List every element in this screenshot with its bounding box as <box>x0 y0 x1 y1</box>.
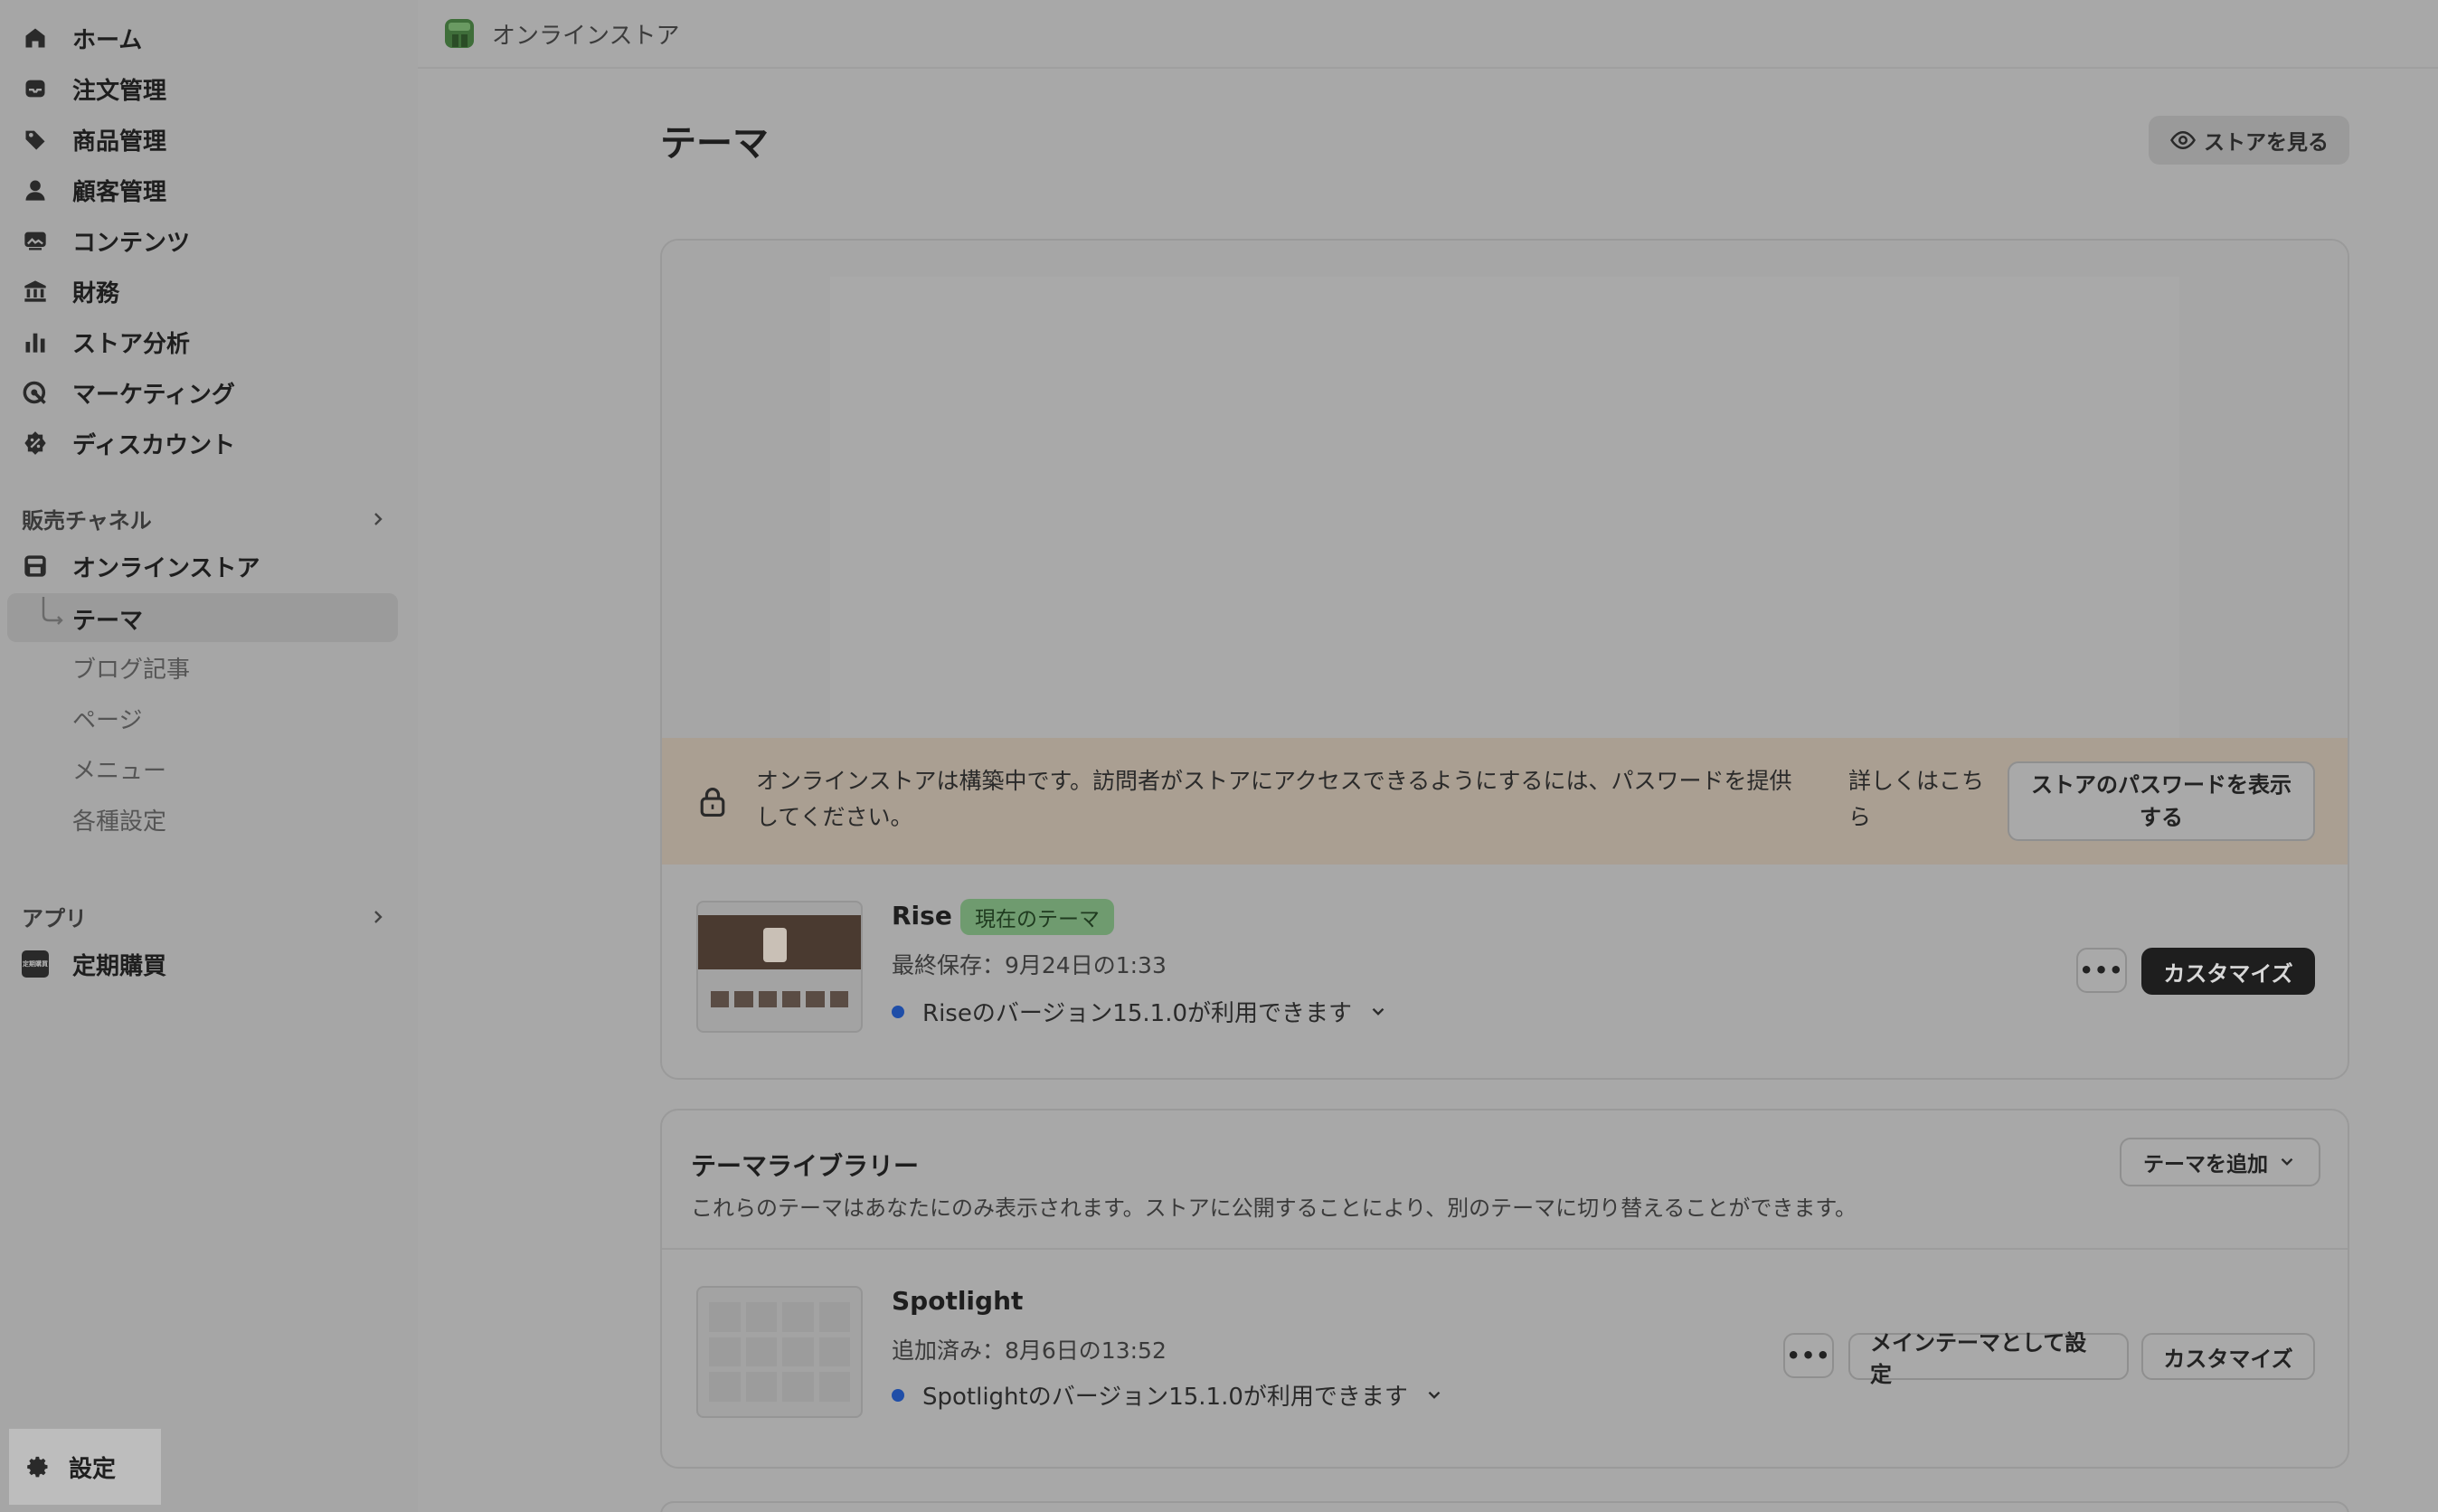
nav-item-content[interactable]: コンテンツ <box>22 219 190 262</box>
status-dot <box>892 1005 904 1018</box>
nav-item-online-store[interactable]: オンラインストア <box>22 544 260 588</box>
nav-item-label: ストア分析 <box>72 330 191 358</box>
nav-item-label: コンテンツ <box>72 229 191 257</box>
nav-item-label: 定期購買 <box>72 952 167 980</box>
next-card <box>660 1501 2349 1512</box>
nav-item-label: 注文管理 <box>72 77 167 105</box>
sidebar-item-preferences[interactable]: 各種設定 <box>72 803 166 836</box>
sales-channels-label: 販売チャネル <box>22 508 152 534</box>
discount-icon <box>22 430 49 457</box>
chevron-down-icon <box>1428 1391 1441 1399</box>
add-theme-button[interactable]: テーマを追加 <box>2120 1138 2320 1186</box>
nav-item-label: ディスカウント <box>72 431 236 459</box>
subscription-app-icon: 定期購買 <box>22 950 49 978</box>
sidebar: ホーム 注文管理 商品管理 顧客管理 コンテンツ 財務 ストア分析 マーケティン… <box>0 0 418 1512</box>
nav-item-home[interactable]: ホーム <box>22 16 142 60</box>
theme-library-title: テーマライブラリー <box>691 1151 920 1181</box>
more-actions-button[interactable]: ••• <box>2076 948 2127 993</box>
customize-button[interactable]: カスタマイズ <box>2141 948 2315 995</box>
theme-library-description: これらのテーマはあなたにのみ表示されます。ストアに公開することにより、別のテーマ… <box>691 1195 1857 1221</box>
nav-item-orders[interactable]: 注文管理 <box>22 67 166 110</box>
show-password-button[interactable]: ストアのパスワードを表示する <box>2008 761 2315 841</box>
sidebar-item-themes[interactable]: テーマ <box>7 593 398 642</box>
version-text: Riseのバージョン15.1.0が利用できます <box>922 1000 1353 1027</box>
add-theme-label: テーマを追加 <box>2143 1153 2268 1177</box>
nav-item-subscriptions[interactable]: 定期購買 定期購買 <box>22 942 166 986</box>
version-available[interactable]: Riseのバージョン15.1.0が利用できます <box>892 995 1388 1028</box>
theme-preview-frame <box>830 277 2179 738</box>
tag-icon <box>22 126 49 153</box>
online-store-logo-icon <box>445 19 474 48</box>
image-icon <box>22 227 49 254</box>
added-date-text: 追加済み：8月6日の13:52 <box>892 1337 1167 1364</box>
theme-library-card: テーマライブラリー これらのテーマはあなたにのみ表示されます。ストアに公開するこ… <box>660 1109 2349 1469</box>
current-theme-card: オンラインストアは構築中です。訪問者がストアにアクセスできるようにするには、パス… <box>660 239 2349 1080</box>
view-store-button[interactable]: ストアを見る <box>2149 116 2349 165</box>
learn-more-link[interactable]: 詳しくはこちら <box>1848 763 2002 836</box>
person-icon <box>22 176 49 203</box>
chevron-right-icon[interactable] <box>369 908 387 926</box>
topbar: オンラインストア <box>418 0 2438 69</box>
nav-item-customers[interactable]: 顧客管理 <box>22 168 166 212</box>
current-theme-name: Rise <box>892 901 952 931</box>
password-banner: オンラインストアは構築中です。訪問者がストアにアクセスできるようにするには、パス… <box>662 738 2348 865</box>
nav-item-products[interactable]: 商品管理 <box>22 118 166 161</box>
breadcrumb-title[interactable]: オンラインストア <box>492 17 679 51</box>
chevron-right-icon[interactable] <box>369 510 387 528</box>
customize-button[interactable]: カスタマイズ <box>2141 1333 2315 1380</box>
nav-item-label: 商品管理 <box>72 128 167 156</box>
view-store-label: ストアを見る <box>2204 131 2329 155</box>
chevron-down-icon <box>2281 1158 2293 1166</box>
version-available[interactable]: Spotlightのバージョン15.1.0が利用できます <box>892 1378 1444 1412</box>
inbox-icon <box>22 75 49 102</box>
home-icon <box>22 24 49 52</box>
publish-button[interactable]: メインテーマとして設定 <box>1848 1330 2129 1387</box>
eye-icon <box>2170 130 2196 150</box>
banner-message: オンラインストアは構築中です。訪問者がストアにアクセスできるようにするには、パス… <box>756 768 1792 830</box>
apps-label: アプリ <box>22 906 87 931</box>
settings-label: 設定 <box>69 1455 117 1483</box>
tree-branch-icon <box>42 597 63 625</box>
lock-icon <box>700 788 725 817</box>
nav-item-label: 顧客管理 <box>72 178 167 206</box>
sidebar-item-menus[interactable]: メニュー <box>72 752 166 786</box>
version-text: Spotlightのバージョン15.1.0が利用できます <box>922 1384 1408 1411</box>
nav-item-discounts[interactable]: ディスカウント <box>22 421 235 465</box>
bank-icon <box>22 278 49 305</box>
library-theme-row: Spotlight 追加済み：8月6日の13:52 Spotlightのバージョ… <box>662 1250 2348 1458</box>
target-icon <box>22 379 49 406</box>
bar-chart-icon <box>22 328 49 355</box>
nav-item-marketing[interactable]: マーケティング <box>22 371 235 414</box>
nav-item-label: ホーム <box>72 26 143 54</box>
more-actions-button[interactable]: ••• <box>1783 1333 1834 1378</box>
spotlight-theme-thumbnail[interactable] <box>696 1286 863 1418</box>
rise-theme-thumbnail[interactable] <box>696 901 863 1033</box>
library-theme-name: Spotlight <box>892 1286 1024 1316</box>
sidebar-item-blog[interactable]: ブログ記事 <box>72 651 190 685</box>
sidebar-item-pages[interactable]: ページ <box>72 702 142 735</box>
settings-button[interactable]: 設定 <box>9 1429 161 1505</box>
chevron-down-icon <box>1372 1007 1384 1016</box>
current-theme-row: Rise 現在のテーマ 最終保存：9月24日の1:33 Riseのバージョン15… <box>662 865 2348 1073</box>
status-dot <box>892 1388 904 1402</box>
nav-item-analytics[interactable]: ストア分析 <box>22 320 190 364</box>
last-saved-text: 最終保存：9月24日の1:33 <box>892 952 1167 978</box>
gear-icon <box>27 1456 48 1478</box>
current-theme-badge: 現在のテーマ <box>960 899 1114 935</box>
page-title: テーマ <box>660 123 769 165</box>
nav-item-label: マーケティング <box>72 381 235 409</box>
sidebar-item-label: テーマ <box>72 608 144 635</box>
store-icon <box>22 553 49 580</box>
theme-preview <box>662 241 2348 738</box>
nav-item-label: オンラインストア <box>72 554 260 582</box>
nav-item-label: 財務 <box>72 279 120 307</box>
nav-item-finance[interactable]: 財務 <box>22 269 119 313</box>
